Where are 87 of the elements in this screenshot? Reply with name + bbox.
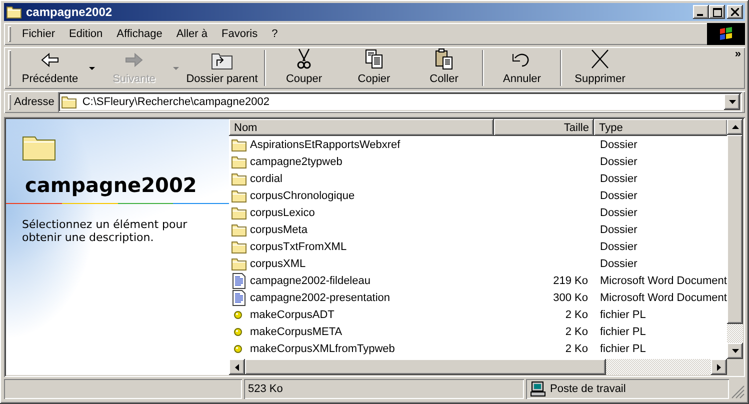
left-arrow-icon bbox=[235, 364, 239, 370]
file-type: Dossier bbox=[600, 206, 638, 218]
toolbar-button[interactable]: Copier bbox=[339, 47, 409, 89]
address-label: Adresse bbox=[14, 96, 54, 108]
column-header[interactable]: Nom bbox=[229, 119, 494, 136]
minimize-button[interactable] bbox=[693, 5, 709, 19]
file-type: fichier PL bbox=[600, 342, 646, 354]
file-size: 2 Ko bbox=[565, 308, 588, 320]
file-name[interactable]: campagne2002-fildeleau bbox=[250, 274, 370, 286]
scroll-left-button[interactable] bbox=[229, 359, 245, 375]
description-text: Sélectionnez un élément pour obtenir une description. bbox=[22, 218, 188, 244]
file-name[interactable]: makeCorpusXMLfromTypweb bbox=[250, 342, 395, 354]
caret-icon bbox=[173, 66, 179, 70]
file-type: Dossier bbox=[600, 240, 638, 252]
dropdown-button[interactable] bbox=[724, 94, 740, 110]
menu-item[interactable]: Aller à bbox=[169, 26, 215, 42]
toolbar-button[interactable]: Annuler bbox=[487, 47, 557, 89]
right-arrow-icon bbox=[717, 364, 721, 370]
file-name[interactable]: corpusMeta bbox=[250, 224, 308, 236]
file-name[interactable]: makeCorpusADT bbox=[250, 308, 334, 320]
file-type: Microsoft Word Document bbox=[600, 292, 727, 304]
window-title: campagne2002 bbox=[26, 5, 114, 19]
file-name[interactable]: corpusChronologique bbox=[250, 190, 355, 202]
close-button[interactable] bbox=[727, 5, 743, 19]
file-type: Dossier bbox=[600, 258, 638, 270]
paste-icon bbox=[434, 48, 454, 70]
maximize-button[interactable] bbox=[709, 5, 725, 19]
file-size: 219 Ko bbox=[553, 274, 588, 286]
folder-icon bbox=[61, 94, 78, 110]
horizontal-scrollbar[interactable] bbox=[229, 359, 727, 375]
file-type: Dossier bbox=[600, 172, 638, 184]
caret-icon bbox=[89, 66, 95, 70]
scroll-up-button[interactable] bbox=[727, 119, 743, 135]
menu-item[interactable]: Favoris bbox=[214, 26, 265, 42]
file-name[interactable]: corpusXML bbox=[250, 258, 306, 270]
toolbar-button[interactable]: Dossier parent bbox=[183, 47, 261, 89]
scroll-down-button[interactable] bbox=[727, 343, 743, 359]
menu-item[interactable]: Fichier bbox=[15, 26, 62, 42]
toolbar-button[interactable]: Précédente bbox=[15, 47, 85, 89]
toolbar-button[interactable]: Supprimer bbox=[565, 47, 635, 89]
column-header[interactable]: Type bbox=[594, 119, 727, 136]
more-button[interactable]: » bbox=[734, 48, 741, 60]
status-zone: Poste de travail bbox=[550, 383, 626, 395]
file-name[interactable]: corpusLexico bbox=[250, 206, 315, 218]
up-arrow-icon bbox=[732, 125, 738, 129]
file-size: 2 Ko bbox=[565, 326, 588, 338]
file-type: Dossier bbox=[600, 138, 638, 150]
address-field[interactable]: C:\SFleury\Recherche\campagne2002 bbox=[58, 92, 742, 112]
file-size: 300 Ko bbox=[553, 292, 588, 304]
file-type: Microsoft Word Document bbox=[600, 274, 727, 286]
file-name[interactable]: AspirationsEtRapportsWebxref bbox=[250, 138, 400, 150]
vertical-scrollbar[interactable] bbox=[727, 119, 743, 359]
computer-icon bbox=[530, 381, 546, 397]
forward-arrow-icon bbox=[124, 50, 144, 70]
down-arrow-icon bbox=[732, 349, 738, 353]
caret-icon bbox=[728, 100, 736, 104]
scroll-right-button[interactable] bbox=[711, 359, 727, 375]
file-name[interactable]: campagne2typweb bbox=[250, 156, 342, 168]
scrollbar-thumb[interactable] bbox=[245, 359, 606, 375]
file-type: Dossier bbox=[600, 156, 638, 168]
folder-title: campagne2002 bbox=[25, 173, 198, 197]
back-arrow-icon bbox=[40, 50, 60, 70]
menu-item[interactable]: Edition bbox=[62, 26, 110, 42]
file-type: fichier PL bbox=[600, 308, 646, 320]
folder-icon bbox=[6, 4, 22, 20]
flag-logo-icon bbox=[707, 23, 745, 45]
toolbar-button[interactable]: Couper bbox=[269, 47, 339, 89]
file-size: 2 Ko bbox=[565, 342, 588, 354]
scrollbar-thumb[interactable] bbox=[727, 135, 743, 324]
menu-item[interactable]: Affichage bbox=[110, 26, 170, 42]
close-icon bbox=[731, 8, 739, 16]
file-type: Dossier bbox=[600, 224, 638, 236]
menu-item[interactable]: ? bbox=[264, 26, 285, 42]
copy-icon bbox=[364, 48, 384, 70]
column-header[interactable]: Taille bbox=[494, 119, 594, 136]
resize-grip-icon[interactable] bbox=[731, 385, 745, 399]
file-type: fichier PL bbox=[600, 326, 646, 338]
file-name[interactable]: makeCorpusMETA bbox=[250, 326, 342, 338]
status-size: 523 Ko bbox=[248, 383, 283, 395]
file-name[interactable]: cordial bbox=[250, 172, 282, 184]
maximize-icon bbox=[712, 8, 722, 16]
cross-icon bbox=[589, 48, 611, 70]
file-name[interactable]: corpusTxtFromXML bbox=[250, 240, 347, 252]
toolbar-button[interactable]: Coller bbox=[409, 47, 479, 89]
scrollbar-corner bbox=[727, 359, 743, 375]
file-name[interactable]: campagne2002-presentation bbox=[250, 292, 390, 304]
file-type: Dossier bbox=[600, 190, 638, 202]
